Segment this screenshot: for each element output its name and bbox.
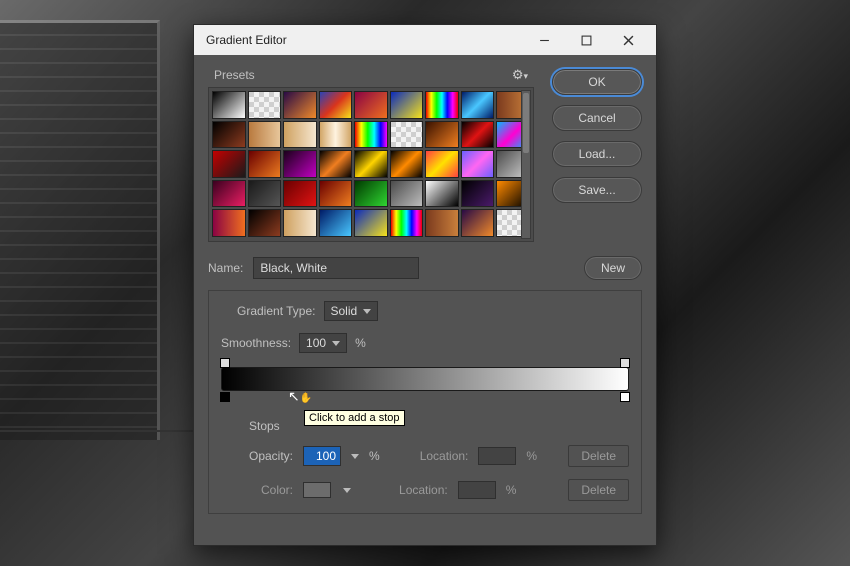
smoothness-value: 100 <box>306 336 326 350</box>
gradient-editor-dialog: Gradient Editor Presets ⚙▾ OK Cancel <box>193 24 657 546</box>
color-stop-left[interactable] <box>220 392 230 402</box>
cancel-button[interactable]: Cancel <box>552 105 642 131</box>
ok-button[interactable]: OK <box>552 69 642 95</box>
gradient-bar[interactable]: ↖✋ Click to add a stop <box>221 367 629 391</box>
preset-swatch[interactable] <box>354 121 388 149</box>
preset-swatch[interactable] <box>354 180 388 208</box>
annotation-arrow <box>0 430 208 432</box>
minimize-button[interactable] <box>524 29 564 51</box>
preset-swatch[interactable] <box>354 209 388 237</box>
preset-swatch[interactable] <box>212 91 246 119</box>
preset-swatch[interactable] <box>319 209 353 237</box>
gradient-type-value: Solid <box>331 304 358 318</box>
opacity-stop-right[interactable] <box>620 358 630 368</box>
preset-swatch[interactable] <box>390 91 424 119</box>
color-stop-right[interactable] <box>620 392 630 402</box>
gradient-type-label: Gradient Type: <box>237 304 316 318</box>
preset-swatch[interactable] <box>319 180 353 208</box>
gear-icon[interactable]: ⚙▾ <box>512 67 528 83</box>
preset-swatch[interactable] <box>461 209 495 237</box>
preset-swatch[interactable] <box>390 209 424 237</box>
chevron-down-icon[interactable] <box>351 454 359 459</box>
preset-swatch[interactable] <box>461 91 495 119</box>
presets-box <box>208 87 534 242</box>
preset-swatch[interactable] <box>354 150 388 178</box>
preset-swatch[interactable] <box>390 150 424 178</box>
name-label: Name: <box>208 261 243 275</box>
preset-swatch[interactable] <box>283 150 317 178</box>
opacity-label: Opacity: <box>249 449 293 463</box>
color-location-input[interactable] <box>458 481 496 499</box>
preset-swatch[interactable] <box>390 121 424 149</box>
preset-swatch[interactable] <box>461 180 495 208</box>
preset-swatch[interactable] <box>319 91 353 119</box>
titlebar[interactable]: Gradient Editor <box>194 25 656 55</box>
presets-label: Presets <box>214 68 255 82</box>
preset-swatch[interactable] <box>212 209 246 237</box>
preset-swatch[interactable] <box>425 180 459 208</box>
color-label: Color: <box>261 483 293 497</box>
preset-swatch[interactable] <box>425 150 459 178</box>
preset-swatch[interactable] <box>390 180 424 208</box>
close-button[interactable] <box>608 29 648 51</box>
dialog-title: Gradient Editor <box>206 33 287 47</box>
chevron-down-icon[interactable] <box>343 488 351 493</box>
preset-swatch[interactable] <box>248 121 282 149</box>
preset-swatch[interactable] <box>319 121 353 149</box>
load-button[interactable]: Load... <box>552 141 642 167</box>
preset-swatch[interactable] <box>212 150 246 178</box>
preset-swatch[interactable] <box>248 209 282 237</box>
preset-swatch[interactable] <box>425 121 459 149</box>
preset-swatch[interactable] <box>283 209 317 237</box>
stops-label: Stops <box>249 419 280 433</box>
presets-scrollbar[interactable] <box>521 90 531 239</box>
preset-swatch[interactable] <box>283 121 317 149</box>
color-delete-button[interactable]: Delete <box>568 479 629 501</box>
cursor-icon: ↖✋ <box>288 388 312 405</box>
preset-swatch[interactable] <box>461 150 495 178</box>
tooltip: Click to add a stop <box>304 410 405 426</box>
preset-swatch[interactable] <box>354 91 388 119</box>
smoothness-unit: % <box>355 336 366 350</box>
preset-swatch[interactable] <box>283 180 317 208</box>
gradient-type-select[interactable]: Solid <box>324 301 379 321</box>
preset-swatch[interactable] <box>283 91 317 119</box>
opacity-location-input[interactable] <box>478 447 516 465</box>
chevron-down-icon <box>332 341 340 346</box>
new-button[interactable]: New <box>584 256 642 280</box>
preset-swatch[interactable] <box>212 180 246 208</box>
opacity-stop-left[interactable] <box>220 358 230 368</box>
gradient-type-section: Gradient Type: Solid Smoothness: 100 % <box>208 290 642 514</box>
chevron-down-icon <box>363 309 371 314</box>
preset-swatch[interactable] <box>248 91 282 119</box>
preset-swatch[interactable] <box>248 180 282 208</box>
opacity-delete-button[interactable]: Delete <box>568 445 629 467</box>
preset-swatch[interactable] <box>461 121 495 149</box>
location-unit-2: % <box>506 483 517 497</box>
smoothness-label: Smoothness: <box>221 336 291 350</box>
background-image <box>0 20 160 440</box>
preset-swatch[interactable] <box>319 150 353 178</box>
location-label: Location: <box>420 449 469 463</box>
location-label-2: Location: <box>399 483 448 497</box>
preset-swatch[interactable] <box>248 150 282 178</box>
opacity-input[interactable]: 100 <box>303 446 341 466</box>
save-button[interactable]: Save... <box>552 177 642 203</box>
preset-swatch[interactable] <box>212 121 246 149</box>
preset-swatch[interactable] <box>425 209 459 237</box>
smoothness-input[interactable]: 100 <box>299 333 347 353</box>
color-swatch[interactable] <box>303 482 331 498</box>
maximize-button[interactable] <box>566 29 606 51</box>
preset-swatch[interactable] <box>425 91 459 119</box>
location-unit: % <box>526 449 537 463</box>
opacity-unit: % <box>369 449 380 463</box>
name-input[interactable] <box>253 257 419 279</box>
